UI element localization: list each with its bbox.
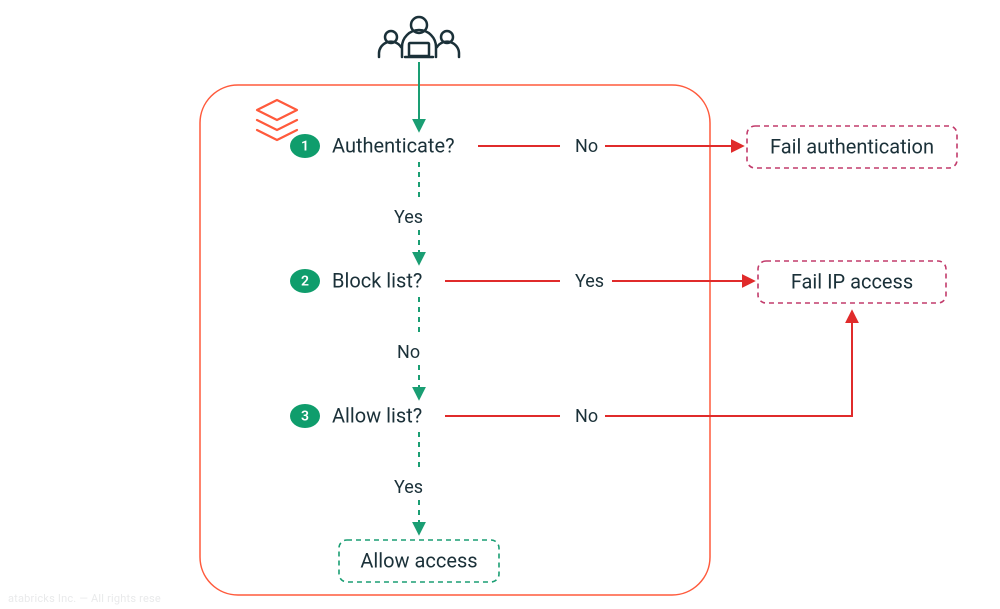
edge-allow-yes-label: Yes: [394, 477, 423, 498]
databricks-logo-icon: [257, 100, 297, 140]
outcome-fail-auth-label: Fail authentication: [770, 134, 934, 158]
outcome-allow-access-label: Allow access: [360, 548, 477, 572]
step-3-label: Allow list?: [332, 403, 422, 427]
edge-block-no-label: No: [397, 342, 420, 363]
step-3-number: 3: [301, 409, 309, 425]
step-3: 3 Allow list?: [290, 403, 422, 428]
outer-container: [200, 85, 710, 595]
edge-allow-no-label: No: [575, 406, 598, 427]
step-1-label: Authenticate?: [332, 133, 455, 157]
flow-diagram: 1 Authenticate? No Fail authentication Y…: [0, 0, 1000, 609]
edge-allow-no-line-2: [605, 312, 852, 416]
outcome-fail-ip: Fail IP access: [758, 261, 946, 303]
step-2-label: Block list?: [332, 268, 422, 292]
outcome-allow-access: Allow access: [339, 540, 499, 582]
edge-auth-yes-label: Yes: [394, 207, 423, 228]
edge-auth-no-label: No: [575, 136, 598, 157]
footer-copyright: atabricks Inc. — All rights rese: [8, 592, 161, 605]
users-icon: [379, 17, 459, 57]
outcome-fail-ip-label: Fail IP access: [791, 269, 913, 293]
step-1: 1 Authenticate?: [290, 133, 455, 158]
step-2: 2 Block list?: [290, 268, 422, 293]
outcome-fail-auth: Fail authentication: [747, 126, 957, 168]
step-2-number: 2: [301, 274, 309, 290]
edge-block-yes-label: Yes: [575, 271, 604, 292]
step-1-number: 1: [301, 139, 309, 155]
